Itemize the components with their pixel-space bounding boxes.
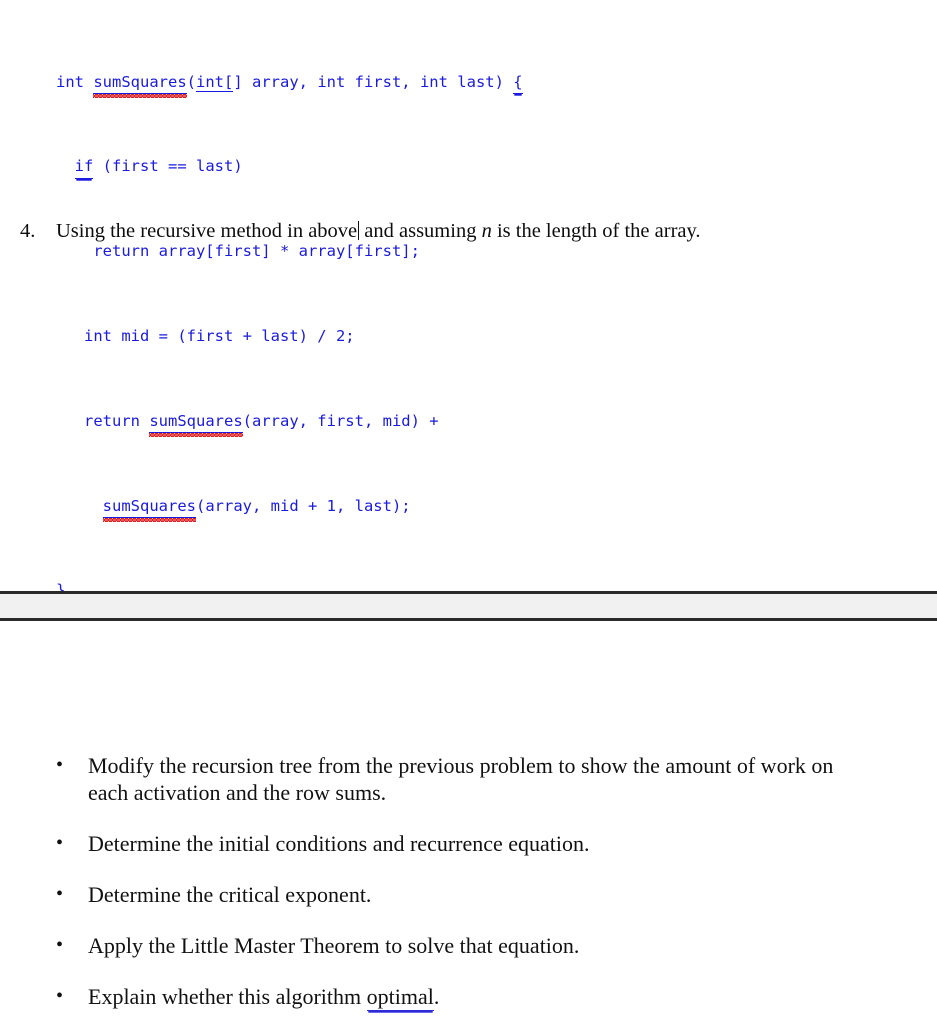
- list-item[interactable]: • Explain whether this algorithm optimal…: [46, 983, 906, 1011]
- list-item-text-before: Explain whether this algorithm: [88, 984, 367, 1009]
- page-break-divider: [0, 591, 937, 621]
- bullet-point-icon: •: [56, 754, 64, 776]
- code-token-sumsquares-misspelled[interactable]: sumSquares: [102, 496, 197, 523]
- bullet-point-icon: •: [56, 985, 64, 1007]
- list-item-text: Apply the Little Master Theorem to solve…: [88, 933, 580, 958]
- code-token-int-array-type[interactable]: int[: [196, 72, 234, 92]
- bullet-point-icon: •: [56, 883, 64, 905]
- code-token-if-marked[interactable]: if: [74, 156, 94, 179]
- bullet-list: • Modify the recursion tree from the pre…: [46, 752, 906, 1011]
- list-item-text: Determine the critical exponent.: [88, 882, 372, 907]
- code-token-sumsquares-misspelled[interactable]: sumSquares: [149, 411, 243, 438]
- code-token-sumsquares-misspelled[interactable]: sumSquares: [93, 72, 187, 99]
- text-tail: is the length of the array.: [491, 220, 701, 242]
- text-after-caret: and assuming: [359, 220, 482, 242]
- code-token-open-brace-marked[interactable]: {: [513, 72, 523, 94]
- list-number: 4.: [20, 220, 36, 242]
- list-item[interactable]: • Apply the Little Master Theorem to sol…: [46, 932, 906, 959]
- list-item-text-after: .: [433, 984, 440, 1009]
- bullet-point-icon: •: [56, 934, 64, 956]
- list-item-text: Explain whether this algorithm optimal.: [88, 983, 873, 1011]
- code-line[interactable]: if (first == last): [56, 156, 523, 179]
- list-item-text: Determine the initial conditions and rec…: [88, 831, 590, 856]
- code-block[interactable]: int sumSquares(int[] array, int first, i…: [56, 8, 523, 644]
- code-line[interactable]: int mid = (first + last) / 2;: [56, 326, 523, 347]
- code-line[interactable]: sumSquares(array, mid + 1, last);: [56, 496, 523, 523]
- list-item-text: Modify the recursion tree from the previ…: [88, 753, 834, 805]
- code-line[interactable]: int sumSquares(int[] array, int first, i…: [56, 72, 523, 99]
- code-token-args-right: (array, mid + 1, last);: [196, 496, 411, 515]
- code-token-condition: (first == last): [93, 157, 243, 176]
- list-item[interactable]: • Modify the recursion tree from the pre…: [46, 752, 906, 806]
- code-token-return: return: [56, 411, 150, 430]
- text-before-caret: Using the recursive method in above: [56, 220, 358, 242]
- italic-variable-n: n: [481, 220, 492, 242]
- bullet-point-icon: •: [56, 832, 64, 854]
- list-item[interactable]: • Determine the critical exponent.: [46, 881, 906, 908]
- numbered-item-4[interactable]: 4. Using the recursive method in above a…: [20, 218, 900, 244]
- code-token-mid-assignment: int mid = (first + last) / 2;: [56, 327, 355, 345]
- code-token-args-left: (array, first, mid) +: [242, 411, 439, 430]
- numbered-item-text[interactable]: Using the recursive method in above and …: [56, 218, 900, 244]
- code-token-paren: (: [186, 72, 196, 91]
- code-line[interactable]: return sumSquares(array, first, mid) +: [56, 411, 523, 438]
- grammar-marked-word-optimal[interactable]: optimal: [366, 983, 434, 1011]
- code-token-keyword-int: int: [56, 72, 94, 91]
- code-token-params: ] array, int first, int last): [233, 72, 514, 91]
- code-token-return-base-case: return array[first] * array[first];: [56, 242, 420, 261]
- code-line[interactable]: return array[first] * array[first];: [56, 241, 523, 262]
- list-item[interactable]: • Determine the initial conditions and r…: [46, 830, 906, 857]
